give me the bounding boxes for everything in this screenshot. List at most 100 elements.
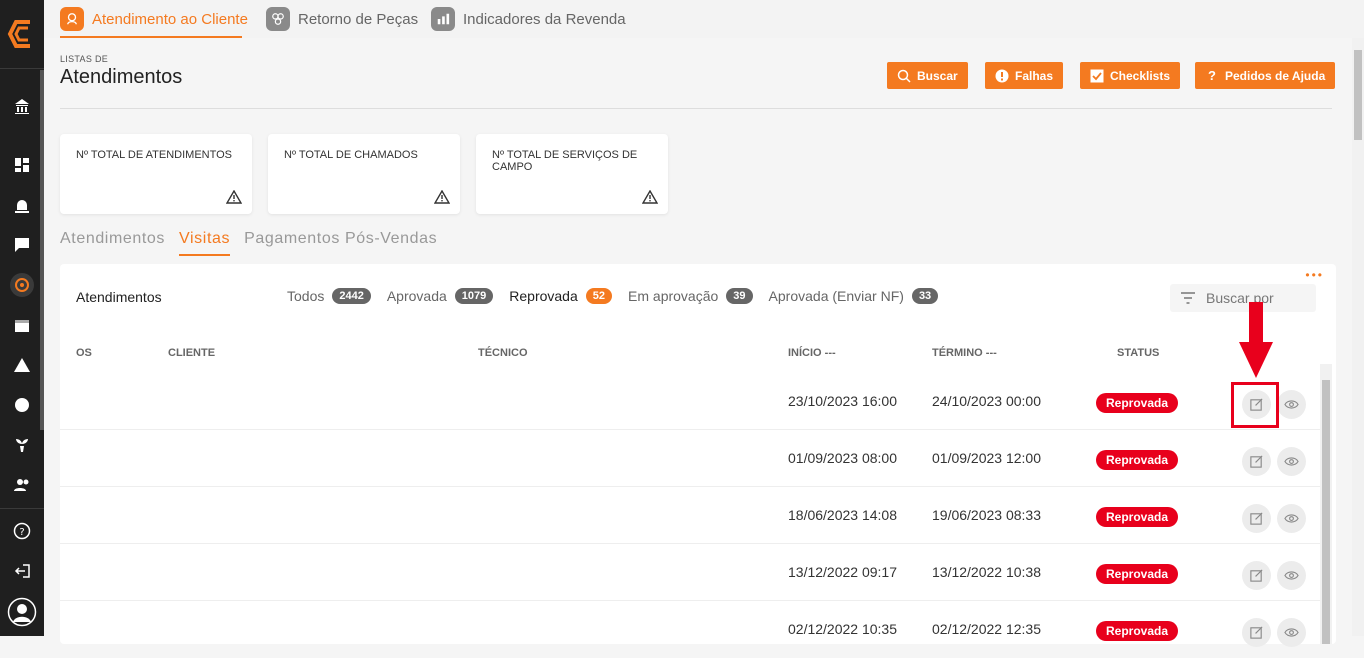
globe-icon[interactable] bbox=[10, 393, 34, 417]
tab-label: Atendimento ao Cliente bbox=[92, 10, 248, 28]
table-scrollbar[interactable] bbox=[1320, 364, 1332, 644]
inicio-cell: 01/09/2023 08:00 bbox=[788, 450, 897, 466]
scrollbar-thumb[interactable] bbox=[1322, 380, 1330, 644]
edit-icon[interactable] bbox=[1242, 504, 1271, 533]
edit-icon[interactable] bbox=[1242, 618, 1271, 647]
top-navigation: Atendimento ao Cliente Retorno de Peças … bbox=[44, 0, 1364, 38]
checkbox-icon bbox=[1090, 69, 1104, 83]
filter-label: Aprovada bbox=[386, 288, 447, 304]
card-label: Nº total de chamados bbox=[284, 149, 418, 161]
col-cliente[interactable]: CLIENTE bbox=[168, 347, 215, 359]
view-eye-icon[interactable] bbox=[1277, 504, 1306, 533]
bank-icon[interactable] bbox=[10, 94, 34, 118]
filter-aprovada[interactable]: Aprovada 1079 bbox=[386, 288, 494, 304]
inicio-cell: 23/10/2023 16:00 bbox=[788, 393, 897, 409]
falhas-button[interactable]: Falhas bbox=[985, 62, 1064, 89]
button-label: Checklists bbox=[1110, 68, 1171, 83]
termino-cell: 19/06/2023 08:33 bbox=[932, 507, 1041, 523]
warning-icon[interactable] bbox=[10, 353, 34, 377]
scrollbar-thumb[interactable] bbox=[1354, 50, 1362, 140]
view-eye-icon[interactable] bbox=[1277, 390, 1306, 419]
card-total-chamados: Nº total de chamados bbox=[268, 134, 460, 214]
subtabs: Atendimentos Visitas Pagamentos Pós-Vend… bbox=[60, 230, 437, 256]
table-row[interactable]: 18/06/2023 14:08 19/06/2023 08:33 Reprov… bbox=[60, 487, 1320, 544]
help-circle-icon[interactable]: ? bbox=[10, 519, 34, 543]
filter-lines-icon bbox=[1181, 292, 1195, 304]
termino-cell: 02/12/2022 12:35 bbox=[932, 621, 1041, 637]
view-eye-icon[interactable] bbox=[1277, 618, 1306, 647]
card-label: Nº total de atendimentos bbox=[76, 149, 233, 161]
red-arrow-annotation bbox=[1239, 302, 1273, 378]
tab-label: Retorno de Peças bbox=[298, 10, 419, 28]
warning-icon bbox=[642, 190, 658, 204]
svg-text:?: ? bbox=[19, 527, 24, 538]
filter-label: Reprovada bbox=[509, 288, 578, 304]
status-filters: Todos 2442 Aprovada 1079 Reprovada 52 Em ap… bbox=[287, 288, 939, 304]
users-icon[interactable] bbox=[10, 473, 34, 497]
indicators-icon bbox=[431, 7, 455, 31]
sidebar-divider-bottom bbox=[0, 508, 44, 509]
filter-label: Aprovada (Enviar NF) bbox=[768, 288, 904, 304]
inicio-cell: 18/06/2023 14:08 bbox=[788, 507, 897, 523]
sidebar: ? bbox=[0, 0, 44, 636]
subtab-atendimentos[interactable]: Atendimentos bbox=[60, 230, 165, 256]
plant-icon[interactable] bbox=[10, 433, 34, 457]
card-total-servicos-de-campo: Nº total de serviços de campo bbox=[476, 134, 668, 214]
page-scrollbar[interactable] bbox=[1352, 38, 1364, 636]
subtab-pagamentos-pos-vendas[interactable]: Pagamentos Pós-Vendas bbox=[244, 230, 437, 256]
filter-reprovada[interactable]: Reprovada 52 bbox=[509, 288, 613, 304]
calendar-icon[interactable] bbox=[10, 313, 34, 337]
buscar-button[interactable]: Buscar bbox=[887, 62, 968, 89]
col-inicio[interactable]: INÍCIO --- bbox=[788, 347, 836, 359]
table-row[interactable]: 02/12/2022 10:35 02/12/2022 12:35 Reprov… bbox=[60, 601, 1320, 658]
col-termino[interactable]: TÉRMINO --- bbox=[932, 347, 997, 359]
customer-service-icon bbox=[60, 7, 84, 31]
status-badge: Reprovada bbox=[1096, 621, 1179, 641]
filter-label: Todos bbox=[287, 288, 325, 304]
button-label: Buscar bbox=[917, 68, 958, 83]
atendimentos-panel: ••• Atendimentos Todos 2442 Aprovada 1079 … bbox=[60, 264, 1336, 647]
button-label: Falhas bbox=[1015, 68, 1054, 83]
panel-title: Atendimentos bbox=[76, 289, 162, 305]
table-header: OS CLIENTE TÉCNICO INÍCIO --- TÉRMINO --… bbox=[60, 342, 1320, 364]
chat-icon[interactable] bbox=[10, 233, 34, 257]
pedidos-de-ajuda-button[interactable]: ? Pedidos de Ajuda bbox=[1195, 62, 1336, 89]
help-icon: ? bbox=[1208, 68, 1216, 83]
filter-aprovada-enviar-nf[interactable]: Aprovada (Enviar NF) 33 bbox=[769, 288, 939, 304]
filter-todos[interactable]: Todos 2442 bbox=[287, 288, 371, 304]
view-eye-icon[interactable] bbox=[1277, 447, 1306, 476]
warning-icon bbox=[434, 190, 450, 204]
more-options-icon[interactable]: ••• bbox=[1305, 268, 1324, 282]
checklists-button[interactable]: Checklists bbox=[1080, 62, 1181, 89]
alarm-icon[interactable] bbox=[10, 193, 34, 217]
parts-return-icon bbox=[266, 7, 290, 31]
table-row[interactable]: 13/12/2022 09:17 13/12/2022 10:38 Reprov… bbox=[60, 544, 1320, 601]
page-subtitle: LISTAS DE bbox=[60, 54, 109, 64]
status-badge: Reprovada bbox=[1096, 450, 1179, 470]
page-title: Atendimentos bbox=[60, 66, 183, 88]
inicio-cell: 13/12/2022 09:17 bbox=[788, 564, 897, 580]
dashboard-icon[interactable] bbox=[10, 153, 34, 177]
logout-icon[interactable] bbox=[10, 559, 34, 583]
filter-em-aprovacao[interactable]: Em aprovação 39 bbox=[628, 288, 753, 304]
status-badge: Reprovada bbox=[1096, 564, 1179, 584]
card-label: Nº total de serviços de campo bbox=[492, 149, 638, 173]
count-badge: 1079 bbox=[454, 288, 494, 304]
col-status[interactable]: STATUS bbox=[1117, 347, 1159, 359]
brand-logo[interactable] bbox=[6, 14, 38, 54]
table-row[interactable]: 23/10/2023 16:00 24/10/2023 00:00 Reprov… bbox=[60, 373, 1320, 430]
edit-icon[interactable] bbox=[1242, 561, 1271, 590]
col-os[interactable]: OS bbox=[76, 347, 92, 359]
view-eye-icon[interactable] bbox=[1277, 561, 1306, 590]
tab-retorno-de-pecas[interactable]: Retorno de Peças bbox=[266, 6, 418, 32]
col-tecnico[interactable]: TÉCNICO bbox=[478, 347, 528, 359]
user-avatar-icon[interactable] bbox=[7, 597, 37, 627]
tab-indicadores-da-revenda[interactable]: Indicadores da Revenda bbox=[431, 6, 626, 32]
count-badge: 39 bbox=[726, 288, 753, 304]
tab-atendimento-ao-cliente[interactable]: Atendimento ao Cliente bbox=[60, 6, 248, 32]
edit-icon[interactable] bbox=[1242, 447, 1271, 476]
subtab-visitas[interactable]: Visitas bbox=[179, 230, 231, 256]
table-row[interactable]: 01/09/2023 08:00 01/09/2023 12:00 Reprov… bbox=[60, 430, 1320, 487]
termino-cell: 24/10/2023 00:00 bbox=[932, 393, 1041, 409]
service-gear-icon[interactable] bbox=[10, 273, 34, 297]
